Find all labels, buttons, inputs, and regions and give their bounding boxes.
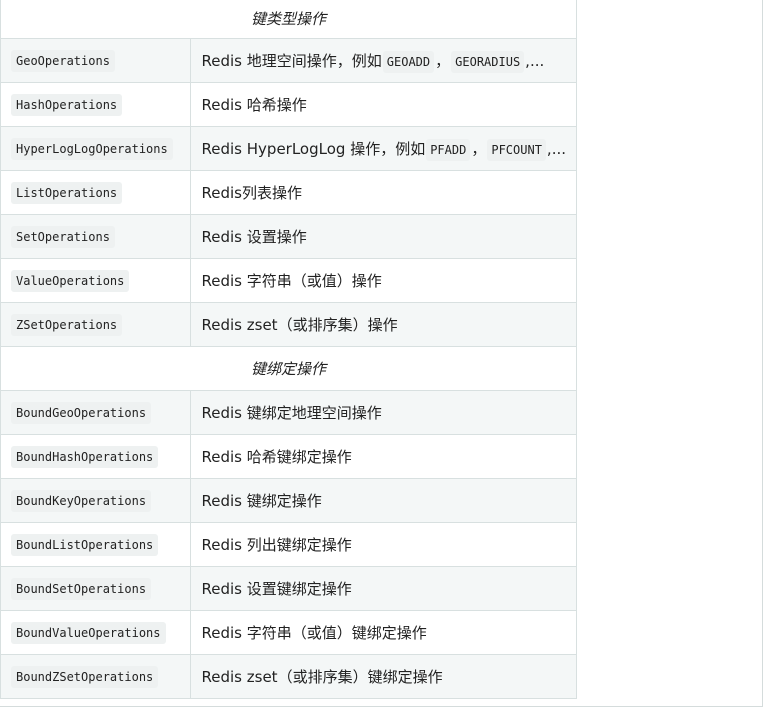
class-name-cell: BoundSetOperations: [0, 565, 191, 611]
table-row: ZSetOperations Redis zset（或排序集）操作: [0, 301, 578, 347]
description-text: Redis 字符串（或值）操作: [201, 271, 382, 290]
class-name-cell: BoundKeyOperations: [0, 477, 191, 523]
description-text: Redis HyperLogLog 操作，例如: [201, 139, 426, 158]
description-cell: Redis zset（或排序集）操作: [189, 301, 578, 347]
class-name-code: BoundGeoOperations: [11, 402, 152, 424]
command-code: PFADD: [426, 138, 471, 161]
command-code: GEORADIUS: [451, 50, 525, 73]
description-text: Redis 地理空间操作，例如: [201, 51, 382, 70]
description-cell: Redis HyperLogLog 操作，例如 PFADD， PFCOUNT,...: [189, 125, 578, 171]
class-name-code: BoundListOperations: [11, 534, 159, 556]
class-name-code: BoundValueOperations: [11, 622, 166, 644]
class-name-code: HashOperations: [11, 94, 123, 116]
description-text: ,...: [546, 139, 566, 158]
class-name-cell: ListOperations: [0, 169, 191, 215]
description-text: Redis列表操作: [201, 183, 302, 202]
class-name-cell: HashOperations: [0, 81, 191, 127]
description-cell: Redis 字符串（或值）操作: [189, 257, 578, 303]
class-name-cell: BoundValueOperations: [0, 609, 191, 655]
class-name-cell: GeoOperations: [0, 37, 191, 83]
description-cell: Redis 哈希操作: [189, 81, 578, 127]
section-title: 键类型操作: [0, 0, 577, 39]
class-name-code: ValueOperations: [11, 270, 130, 292]
section-header-row: 键绑定操作: [0, 345, 577, 391]
class-name-cell: ValueOperations: [0, 257, 191, 303]
description-cell: Redis 哈希键绑定操作: [189, 433, 578, 479]
description-text: Redis 设置键绑定操作: [201, 579, 352, 598]
class-name-code: ListOperations: [11, 182, 123, 204]
table-row: ListOperations Redis列表操作: [0, 169, 578, 215]
description-text: Redis 哈希操作: [201, 95, 307, 114]
table-row: BoundKeyOperations Redis 键绑定操作: [0, 477, 578, 523]
description-cell: Redis列表操作: [189, 169, 578, 215]
description-cell: Redis 设置操作: [189, 213, 578, 259]
class-name-cell: BoundHashOperations: [0, 433, 191, 479]
description-text: ，: [435, 51, 451, 70]
class-name-cell: BoundListOperations: [0, 521, 191, 567]
table-row: BoundSetOperations Redis 设置键绑定操作: [0, 565, 578, 611]
class-name-cell: BoundZSetOperations: [0, 653, 191, 699]
operations-table: 键类型操作 GeoOperations Redis 地理空间操作，例如 GEOADD，…: [0, 0, 578, 699]
class-name-code: BoundHashOperations: [11, 446, 159, 468]
table-row: SetOperations Redis 设置操作: [0, 213, 578, 259]
description-text: Redis zset（或排序集）操作: [201, 315, 398, 334]
section-header-row: 键类型操作: [0, 0, 577, 39]
table-row: BoundHashOperations Redis 哈希键绑定操作: [0, 433, 578, 479]
description-text: Redis 哈希键绑定操作: [201, 447, 352, 466]
description-cell: Redis 地理空间操作，例如 GEOADD， GEORADIUS,...: [189, 37, 578, 83]
command-code: PFCOUNT: [487, 138, 546, 161]
class-name-code: BoundZSetOperations: [11, 666, 159, 688]
description-cell: Redis 列出键绑定操作: [189, 521, 578, 567]
description-text: ，: [471, 139, 487, 158]
description-text: ,...: [525, 51, 545, 70]
table-row: HashOperations Redis 哈希操作: [0, 81, 578, 127]
class-name-cell: ZSetOperations: [0, 301, 191, 347]
description-text: Redis 设置操作: [201, 227, 307, 246]
description-text: Redis 列出键绑定操作: [201, 535, 352, 554]
class-name-code: SetOperations: [11, 226, 115, 248]
description-cell: Redis zset（或排序集）键绑定操作: [189, 653, 578, 699]
description-cell: Redis 键绑定操作: [189, 477, 578, 523]
class-name-code: HyperLogLogOperations: [11, 138, 173, 160]
command-code: GEOADD: [382, 50, 435, 73]
table-row: BoundZSetOperations Redis zset（或排序集）键绑定操作: [0, 653, 578, 699]
description-cell: Redis 键绑定地理空间操作: [189, 389, 578, 435]
description-cell: Redis 设置键绑定操作: [189, 565, 578, 611]
table-row: BoundGeoOperations Redis 键绑定地理空间操作: [0, 389, 578, 435]
description-text: Redis 键绑定地理空间操作: [201, 403, 382, 422]
table-row: BoundValueOperations Redis 字符串（或值）键绑定操作: [0, 609, 578, 655]
class-name-cell: HyperLogLogOperations: [0, 125, 191, 171]
class-name-cell: SetOperations: [0, 213, 191, 259]
class-name-code: GeoOperations: [11, 50, 115, 72]
class-name-cell: BoundGeoOperations: [0, 389, 191, 435]
description-text: Redis 键绑定操作: [201, 491, 322, 510]
class-name-code: ZSetOperations: [11, 314, 123, 336]
description-text: Redis 字符串（或值）键绑定操作: [201, 623, 427, 642]
class-name-code: BoundSetOperations: [11, 578, 152, 600]
table-row: BoundListOperations Redis 列出键绑定操作: [0, 521, 578, 567]
description-cell: Redis 字符串（或值）键绑定操作: [189, 609, 578, 655]
table-row: ValueOperations Redis 字符串（或值）操作: [0, 257, 578, 303]
description-text: Redis zset（或排序集）键绑定操作: [201, 667, 443, 686]
class-name-code: BoundKeyOperations: [11, 490, 152, 512]
section-title: 键绑定操作: [0, 345, 577, 391]
table-row: HyperLogLogOperations Redis HyperLogLog 操…: [0, 125, 578, 171]
table-row: GeoOperations Redis 地理空间操作，例如 GEOADD， GEORA…: [0, 37, 578, 83]
